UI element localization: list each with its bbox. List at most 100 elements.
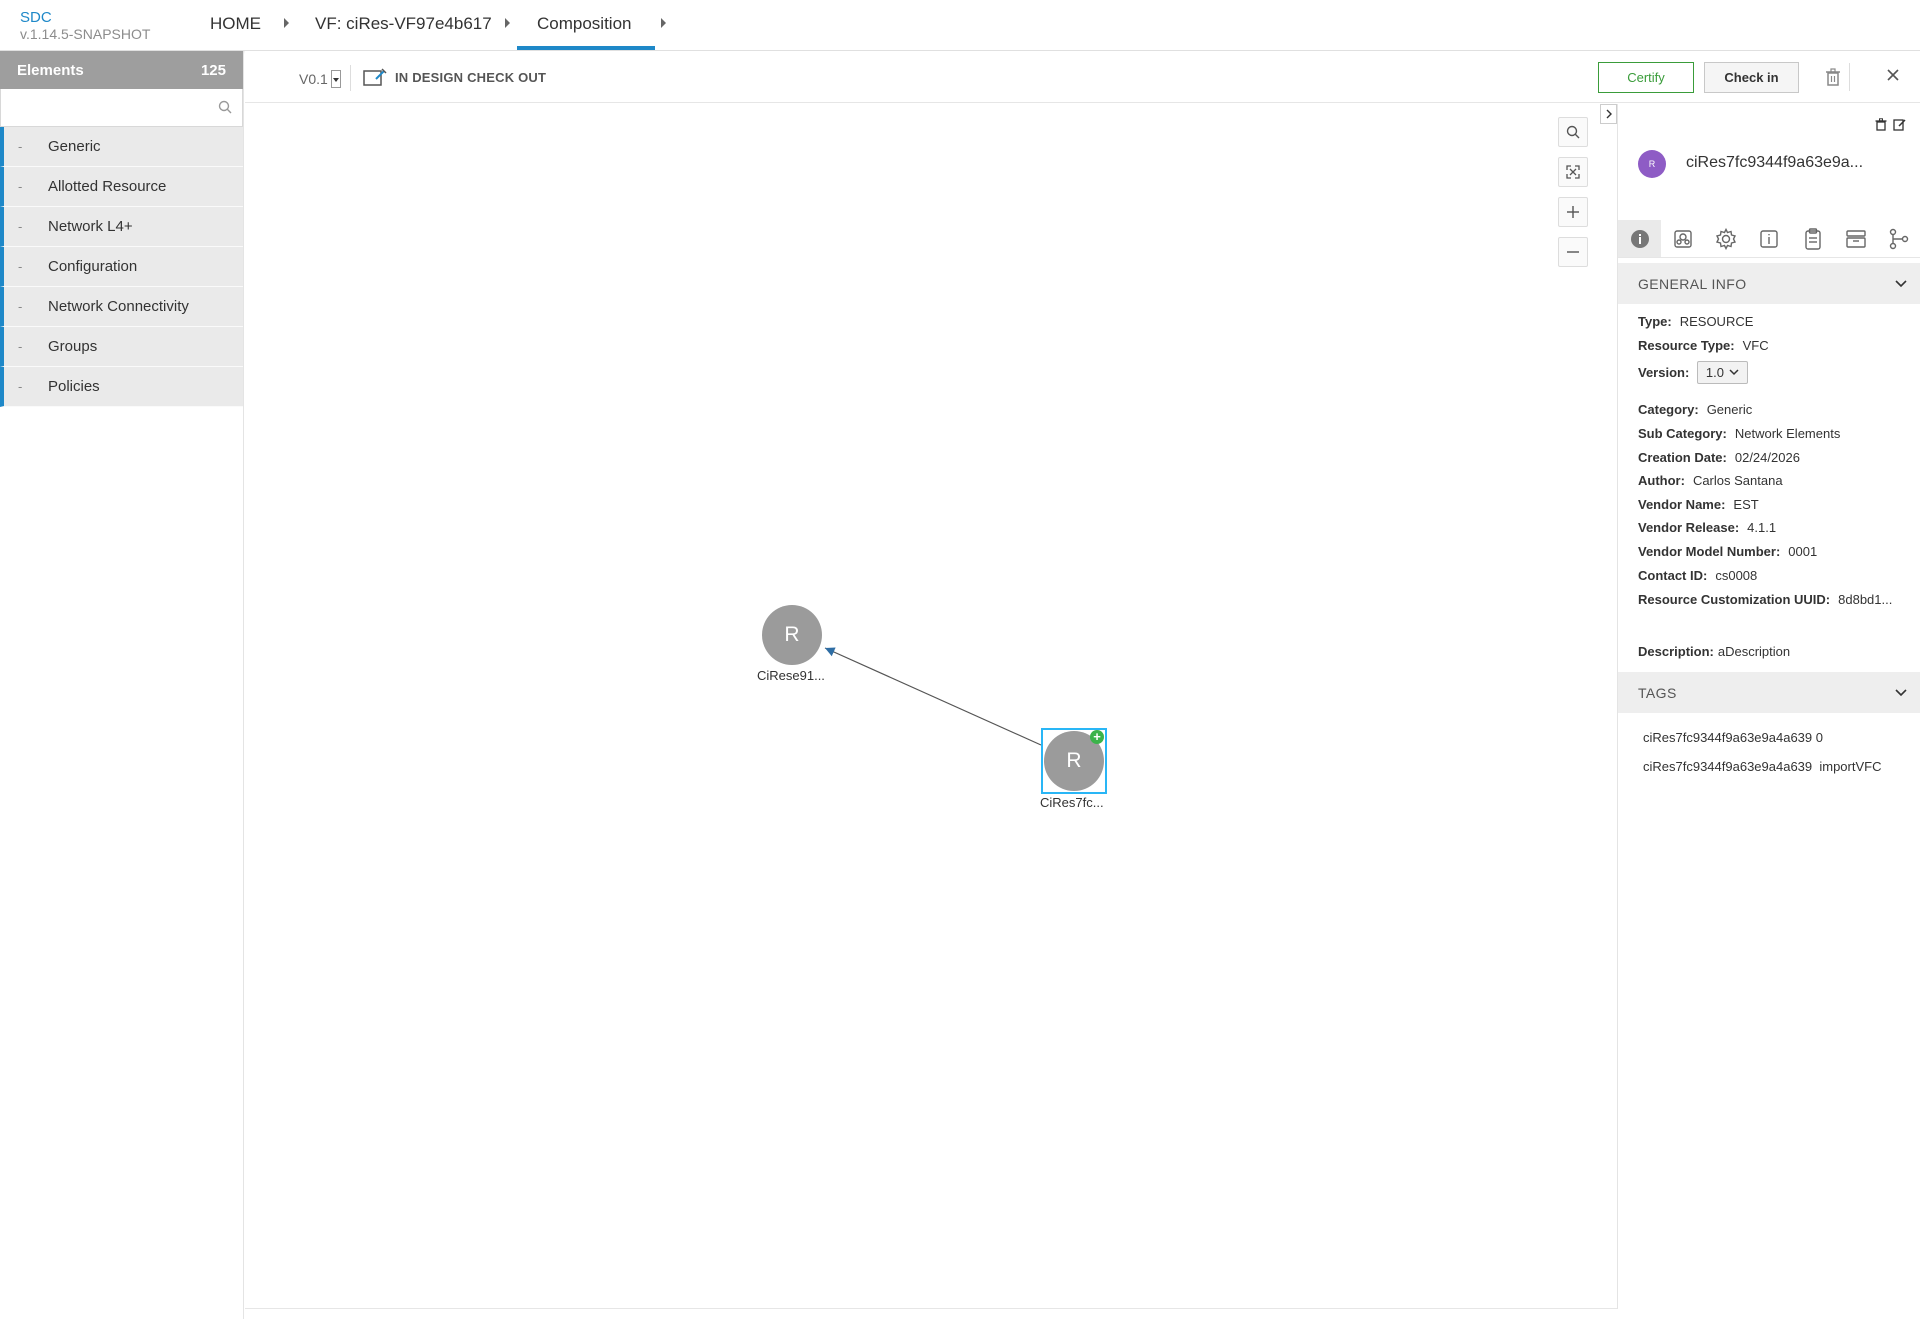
collapse-icon: - [18, 219, 23, 234]
tab-deployment-artifacts[interactable] [1661, 220, 1704, 257]
edit-checkout-icon [363, 68, 387, 86]
category-label: Groups [48, 338, 98, 355]
category-label: Generic [48, 138, 101, 155]
component-title: ciRes7fc9344f9a63e9a... [1686, 154, 1864, 171]
check-in-button[interactable]: Check in [1704, 62, 1799, 93]
category-label: Policies [48, 378, 100, 395]
chevron-right-icon [284, 18, 289, 28]
collapse-icon: - [18, 379, 23, 394]
status-text: IN DESIGN CHECK OUT [395, 69, 547, 85]
palette-header: Elements 125 [0, 51, 243, 89]
category-label: Network Connectivity [48, 298, 189, 315]
field-vendor-model-number: Vendor Model Number: 0001 [1638, 544, 1818, 559]
chevron-down-icon [1895, 279, 1907, 287]
palette-title: Elements [17, 61, 84, 79]
chevron-down-icon [1895, 688, 1907, 696]
chevron-right-icon [505, 18, 510, 28]
tags-header[interactable]: TAGS [1618, 672, 1920, 713]
palette-category-policies[interactable]: - Policies [0, 367, 243, 407]
general-info-header[interactable]: GENERAL INFO [1618, 263, 1920, 304]
field-description: Description: aDescription [1638, 644, 1791, 659]
info-square-icon [1760, 229, 1779, 248]
palette-category-configuration[interactable]: - Configuration [0, 247, 243, 287]
collapse-icon: - [18, 179, 23, 194]
section-title: TAGS [1638, 684, 1677, 701]
tab-relations[interactable] [1878, 220, 1920, 257]
edit-icon[interactable] [1893, 118, 1906, 131]
node-letter: R [1066, 749, 1082, 772]
chevron-right-icon [1606, 109, 1612, 119]
gear-icon [1716, 227, 1737, 250]
field-author: Author: Carlos Santana [1638, 473, 1783, 488]
node-letter: R [784, 623, 800, 646]
palette-search-input[interactable] [1, 89, 242, 126]
field-category: Category: Generic [1638, 402, 1753, 417]
trash-icon[interactable] [1825, 68, 1841, 91]
clipboard-icon [1805, 227, 1821, 250]
collapse-icon: - [18, 339, 23, 354]
version-value: V0.1 [299, 71, 328, 87]
palette-count: 125 [200, 61, 226, 79]
node-label: CiRes7fc... [1040, 795, 1104, 810]
breadcrumb-vf[interactable]: VF: ciRes-VF97e4b617 [315, 14, 492, 34]
lifecycle-status: IN DESIGN CHECK OUT [363, 68, 546, 86]
chevron-right-icon[interactable] [661, 18, 666, 28]
trash-icon[interactable] [1875, 118, 1887, 131]
certify-button[interactable]: Certify [1598, 62, 1694, 93]
node-label: CiRese91... [757, 668, 825, 683]
field-sub-category: Sub Category: Network Elements [1638, 426, 1841, 441]
field-customization-uuid: Resource Customization UUID: 8d8bd1... [1638, 592, 1893, 607]
top-header: SDC v.1.14.5-SNAPSHOT HOME VF: ciRes-VF9… [0, 0, 1920, 51]
relations-icon [1890, 228, 1909, 249]
panel-actions [1875, 118, 1906, 131]
composition-canvas[interactable]: R CiRese91... R + CiRes7fc... [245, 104, 1617, 1309]
breadcrumb-composition[interactable]: Composition [537, 14, 632, 34]
canvas-node-cirese91[interactable]: R [762, 605, 822, 665]
palette-category-generic[interactable]: - Generic [0, 127, 243, 167]
brand-version: v.1.14.5-SNAPSHOT [20, 26, 151, 42]
tab-api-artifacts[interactable] [1834, 220, 1877, 257]
brand[interactable]: SDC v.1.14.5-SNAPSHOT [20, 9, 151, 43]
tag-item: ciRes7fc9344f9a63e9a4a639 0 [1643, 730, 1823, 745]
palette-category-groups[interactable]: - Groups [0, 327, 243, 367]
relation-link[interactable] [245, 104, 1617, 1309]
palette-category-network-l4[interactable]: - Network L4+ [0, 207, 243, 247]
artifacts-icon [1674, 229, 1692, 248]
search-icon[interactable] [218, 100, 232, 119]
palette-search [0, 89, 243, 127]
version-dropdown[interactable]: 1.0 [1696, 361, 1748, 384]
tab-general-info[interactable] [1618, 220, 1662, 257]
version-select[interactable]: V0.1 [299, 70, 341, 88]
field-resource-type: Resource Type: VFC [1638, 338, 1769, 353]
avatar: R [1638, 150, 1666, 178]
palette-category-network-connectivity[interactable]: - Network Connectivity [0, 287, 243, 327]
collapse-icon: - [18, 299, 23, 314]
field-version: Version: 1.0 [1638, 361, 1748, 384]
tab-information-artifacts[interactable] [1748, 220, 1791, 257]
palette-category-allotted-resource[interactable]: - Allotted Resource [0, 167, 243, 207]
close-icon[interactable] [1886, 68, 1900, 87]
collapse-icon: - [18, 139, 23, 154]
category-label: Configuration [48, 258, 138, 275]
tab-requirements[interactable] [1791, 220, 1834, 257]
add-relation-icon[interactable]: + [1090, 730, 1104, 744]
section-title: GENERAL INFO [1638, 275, 1747, 292]
field-type: Type: RESOURCE [1638, 314, 1754, 329]
info-circle-icon [1630, 229, 1649, 248]
toolbar-divider [350, 65, 351, 91]
collapse-panel-button[interactable] [1600, 104, 1617, 124]
field-creation-date: Creation Date: 02/24/2026 [1638, 450, 1800, 465]
breadcrumb-home[interactable]: HOME [210, 14, 261, 34]
field-vendor-name: Vendor Name: EST [1638, 497, 1759, 512]
archive-icon [1846, 229, 1866, 248]
category-label: Allotted Resource [48, 178, 167, 195]
field-contact-id: Contact ID: cs0008 [1638, 568, 1758, 583]
panel-tabs [1618, 220, 1920, 258]
brand-name: SDC [20, 9, 52, 26]
workspace-toolbar: V0.1 IN DESIGN CHECK OUT Certify Check i… [245, 51, 1920, 103]
tab-properties[interactable] [1705, 220, 1748, 257]
field-vendor-release: Vendor Release: 4.1.1 [1638, 520, 1777, 535]
caret-down-icon [330, 70, 341, 88]
chevron-down-icon [1729, 369, 1739, 376]
category-label: Network L4+ [48, 218, 133, 235]
